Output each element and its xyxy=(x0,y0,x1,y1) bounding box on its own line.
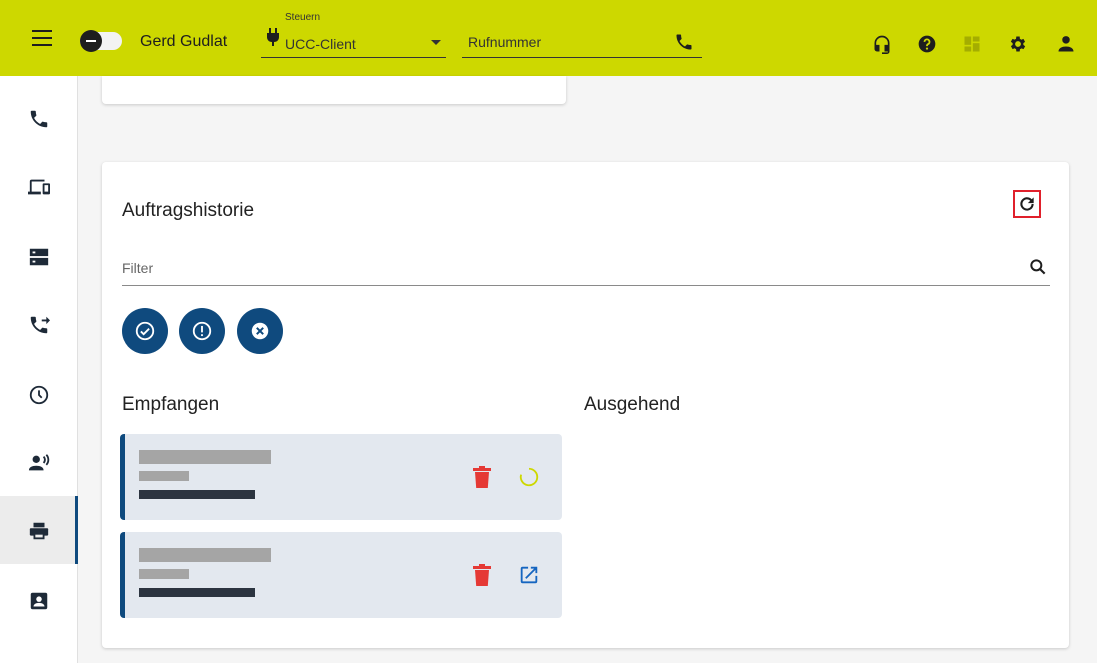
redacted-text xyxy=(139,450,271,464)
top-card xyxy=(102,76,566,104)
dashboard-icon[interactable] xyxy=(962,34,982,54)
call-button[interactable] xyxy=(674,32,694,52)
printer-icon xyxy=(29,522,49,540)
page-title: Auftragshistorie xyxy=(122,200,255,221)
clock-icon xyxy=(29,385,49,405)
refresh-icon xyxy=(1020,197,1034,211)
redacted-text xyxy=(139,490,255,499)
redacted-text xyxy=(139,569,189,579)
open-external-icon[interactable] xyxy=(518,564,540,586)
dnd-icon xyxy=(80,30,102,52)
sidebar-item-voicemail[interactable] xyxy=(0,428,78,496)
list-item[interactable] xyxy=(120,434,562,520)
call-forward-icon xyxy=(30,316,50,334)
phone-number-field[interactable] xyxy=(462,28,702,58)
filter-error-button[interactable] xyxy=(237,308,283,354)
chevron-down-icon xyxy=(431,40,441,45)
phone-icon xyxy=(30,110,48,128)
control-select-value: UCC-Client xyxy=(285,36,356,52)
redacted-text xyxy=(139,471,189,481)
server-icon xyxy=(29,248,49,266)
help-icon[interactable] xyxy=(917,34,937,54)
sidebar-item-print[interactable] xyxy=(0,496,78,564)
devices-icon xyxy=(28,179,50,195)
gear-icon[interactable] xyxy=(1008,34,1028,54)
filter-success-button[interactable] xyxy=(122,308,168,354)
presence-toggle[interactable] xyxy=(80,30,122,52)
check-circle-icon xyxy=(135,321,155,341)
filter-input[interactable] xyxy=(122,258,1002,278)
control-label: Steuern xyxy=(285,12,321,23)
cancel-circle-icon xyxy=(251,322,269,340)
sidebar-item-phone[interactable] xyxy=(0,84,78,152)
sidebar-item-history[interactable] xyxy=(0,360,78,428)
sidebar-item-contacts[interactable] xyxy=(0,566,78,634)
warning-circle-icon xyxy=(192,321,212,341)
list-item[interactable] xyxy=(120,532,562,618)
menu-icon[interactable] xyxy=(32,30,52,46)
refresh-button[interactable] xyxy=(1013,190,1041,218)
user-name: Gerd Gudlat xyxy=(140,33,228,50)
control-select[interactable]: UCC-Client xyxy=(261,28,446,58)
job-history-card: Auftragshistorie Empfangen Ausgehend xyxy=(102,162,1069,648)
delete-button[interactable] xyxy=(473,466,491,488)
outgoing-title: Ausgehend xyxy=(584,394,681,415)
sidebar-item-server[interactable] xyxy=(0,222,78,290)
headset-icon[interactable] xyxy=(872,34,892,54)
sidebar-item-call-forward[interactable] xyxy=(0,290,78,358)
spinner-icon xyxy=(519,467,539,487)
voicemail-icon xyxy=(28,454,50,471)
sidebar xyxy=(0,76,78,663)
plug-icon xyxy=(267,28,279,46)
redacted-text xyxy=(139,548,271,562)
account-icon[interactable] xyxy=(1056,34,1076,54)
redacted-text xyxy=(139,588,255,597)
filter-field[interactable] xyxy=(122,250,1050,286)
search-icon[interactable] xyxy=(1028,257,1048,277)
delete-button[interactable] xyxy=(473,564,491,586)
contacts-icon xyxy=(30,592,48,610)
filter-warning-button[interactable] xyxy=(179,308,225,354)
top-bar: Gerd Gudlat Steuern UCC-Client xyxy=(0,0,1097,76)
phone-number-input[interactable] xyxy=(468,32,658,52)
received-title: Empfangen xyxy=(122,394,220,415)
sidebar-item-devices[interactable] xyxy=(0,152,78,220)
